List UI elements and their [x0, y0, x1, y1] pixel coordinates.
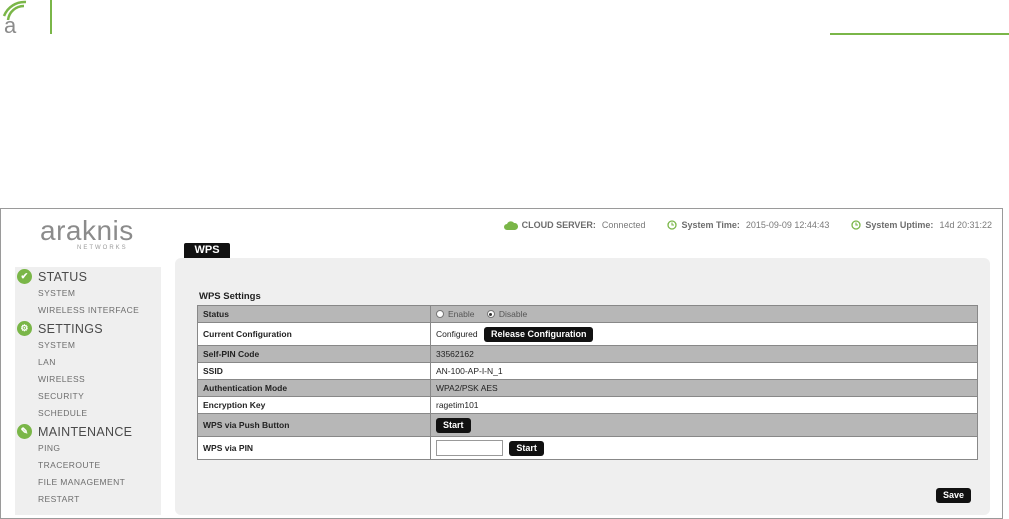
sidebar-item-security[interactable]: SECURITY [15, 388, 161, 405]
enable-radio[interactable] [436, 310, 444, 319]
check-icon: ✔ [17, 269, 32, 284]
system-uptime-value: 14d 20:31:22 [939, 220, 992, 230]
push-button-start-button[interactable]: Start [436, 417, 471, 433]
sidebar-section-label: SETTINGS [38, 321, 103, 336]
cloud-server-value: Connected [601, 220, 646, 230]
wps-pin-label: WPS via PIN [197, 436, 431, 460]
sidebar-item-wireless-interface[interactable]: WIRELESS INTERFACE [15, 302, 161, 319]
push-button-label: WPS via Push Button [197, 413, 431, 437]
save-button[interactable]: Save [935, 488, 971, 503]
wps-panel: WPS Settings Status Enable Disable Curre… [175, 258, 990, 515]
auth-mode-value: WPA2/PSK AES [430, 379, 978, 397]
table-row: Encryption Key ragetim101 [197, 396, 978, 414]
sidebar-section-settings[interactable]: ⚙ SETTINGS [15, 320, 161, 337]
wps-settings-table: Status Enable Disable Current Configurat… [197, 305, 978, 460]
sidebar-item-restart[interactable]: RESTART [15, 491, 161, 508]
current-config-value: Configured [436, 329, 478, 339]
sidebar-item-status-system[interactable]: SYSTEM [15, 285, 161, 302]
status-value: Enable Disable [430, 305, 978, 323]
system-uptime: System Uptime: 14d 20:31:22 [851, 220, 992, 230]
encryption-key-value: ragetim101 [430, 396, 978, 414]
sidebar-section-label: STATUS [38, 269, 88, 284]
wps-pin-cell: Start [430, 436, 978, 460]
current-config-value-cell: Configured Release Configuration [430, 322, 978, 346]
table-row: WPS via PIN Start [197, 436, 978, 460]
sidebar-item-settings-system[interactable]: SYSTEM [15, 337, 161, 354]
sidebar-item-file-management[interactable]: FILE MANAGEMENT [15, 474, 161, 491]
table-row: Self-PIN Code 33562162 [197, 345, 978, 363]
encryption-key-label: Encryption Key [197, 396, 431, 414]
sidebar-section-maintenance[interactable]: ✎ MAINTENANCE [15, 423, 161, 440]
cloud-server-status: CLOUD SERVER: Connected [503, 220, 646, 230]
sidebar-item-wireless[interactable]: WIRELESS [15, 371, 161, 388]
auth-mode-label: Authentication Mode [197, 379, 431, 397]
release-configuration-button[interactable]: Release Configuration [483, 326, 594, 342]
sidebar-item-ping[interactable]: PING [15, 440, 161, 457]
clock-icon [667, 220, 678, 230]
system-time-label: System Time: [681, 220, 740, 230]
disable-radio[interactable] [486, 310, 495, 319]
self-pin-value: 33562162 [430, 345, 978, 363]
ssid-label: SSID [197, 362, 431, 380]
sidebar-item-traceroute[interactable]: TRACEROUTE [15, 457, 161, 474]
araknis-doc-logo-icon: a [2, 0, 27, 38]
pin-start-button[interactable]: Start [509, 440, 544, 456]
tab-wps[interactable]: WPS [184, 243, 230, 258]
table-row: Authentication Mode WPA2/PSK AES [197, 379, 978, 397]
enable-label: Enable [448, 309, 475, 320]
doc-header-rule [830, 33, 1009, 35]
doc-header-divider [50, 0, 52, 34]
doc-logo-glyph: a [4, 13, 17, 38]
disable-label: Disable [498, 309, 528, 320]
sliders-icon: ⚙ [17, 321, 32, 336]
brand-logo: araknis NETWORKS [37, 215, 157, 252]
ssid-value: AN-100-AP-I-N_1 [430, 362, 978, 380]
table-row: Status Enable Disable [197, 305, 978, 323]
status-topbar: CLOUD SERVER: Connected System Time: 201… [482, 220, 992, 230]
status-label: Status [197, 305, 431, 323]
self-pin-label: Self-PIN Code [197, 345, 431, 363]
sidebar-section-status[interactable]: ✔ STATUS [15, 268, 161, 285]
table-row: WPS via Push Button Start [197, 413, 978, 437]
router-ui-frame: araknis NETWORKS CLOUD SERVER: Connected… [0, 208, 1003, 519]
cloud-server-label: CLOUD SERVER: [521, 220, 596, 230]
system-uptime-label: System Uptime: [865, 220, 934, 230]
system-time-value: 2015-09-09 12:44:43 [745, 220, 830, 230]
clock-icon [851, 220, 862, 230]
wps-settings-title: WPS Settings [199, 291, 261, 302]
brand-sub: NETWORKS [77, 245, 128, 251]
current-config-label: Current Configuration [197, 322, 431, 346]
push-button-cell: Start [430, 413, 978, 437]
wrench-icon: ✎ [17, 424, 32, 439]
sidebar-section-label: MAINTENANCE [38, 424, 133, 439]
system-time: System Time: 2015-09-09 12:44:43 [667, 220, 829, 230]
table-row: SSID AN-100-AP-I-N_1 [197, 362, 978, 380]
cloud-icon [503, 220, 518, 230]
brand-name: araknis [40, 215, 134, 246]
wps-pin-input[interactable] [436, 440, 503, 456]
table-row: Current Configuration Configured Release… [197, 322, 978, 346]
sidebar-item-schedule[interactable]: SCHEDULE [15, 405, 161, 422]
sidebar-item-lan[interactable]: LAN [15, 354, 161, 371]
sidebar-nav: ✔ STATUS SYSTEM WIRELESS INTERFACE ⚙ SET… [15, 267, 161, 515]
